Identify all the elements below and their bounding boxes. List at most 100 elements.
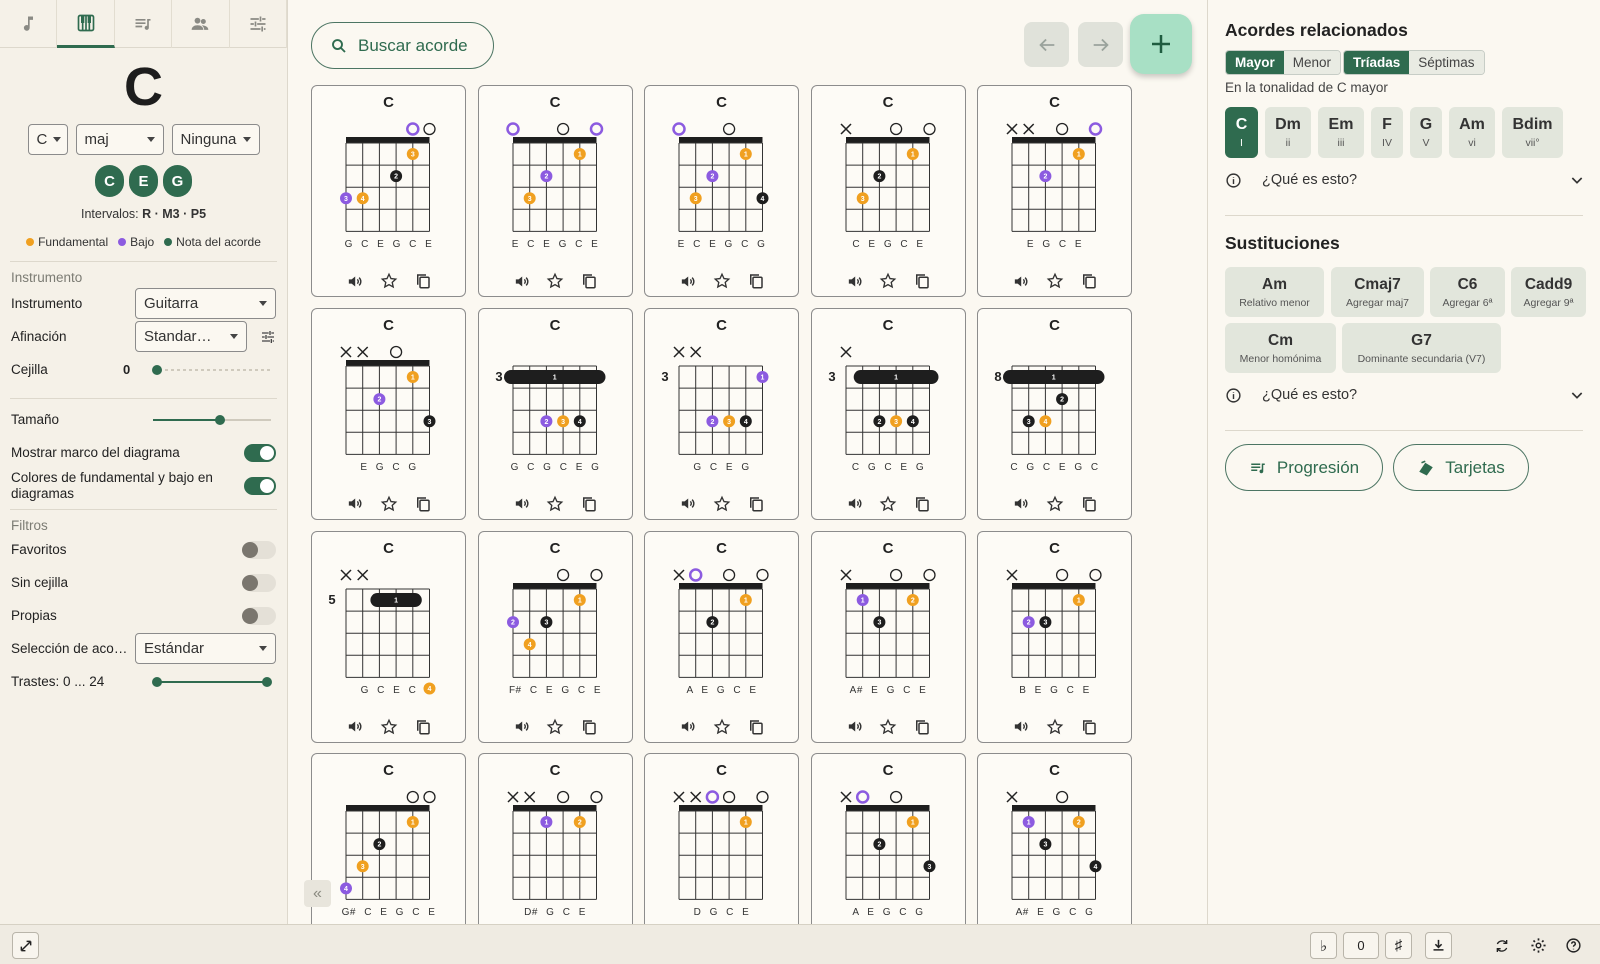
copy-icon[interactable] — [414, 495, 432, 513]
chord-note[interactable]: G — [163, 165, 192, 197]
transpose-value[interactable]: 0 — [1343, 932, 1379, 959]
chord-card[interactable]: C1D G C E — [644, 753, 799, 924]
chord-card[interactable]: C 1 2 D# G C E — [477, 753, 633, 924]
triads-option[interactable]: Tríadas — [1344, 51, 1410, 74]
play-icon[interactable] — [512, 272, 530, 290]
piano-icon[interactable] — [57, 0, 115, 48]
major-option[interactable]: Mayor — [1226, 51, 1284, 74]
substitution-button[interactable]: Cmaj7 Agregar maj7 — [1331, 267, 1424, 317]
degree-button[interactable]: Em iii — [1318, 107, 1364, 158]
star-icon[interactable] — [380, 272, 398, 290]
tune-icon[interactable] — [247, 329, 276, 345]
help-button[interactable] — [1560, 932, 1587, 959]
instrument-select[interactable]: Guitarra — [135, 288, 276, 319]
chord-note[interactable]: E — [129, 165, 158, 197]
star-icon[interactable] — [713, 718, 731, 736]
frets-slider[interactable] — [152, 674, 272, 690]
star-icon[interactable] — [713, 272, 731, 290]
download-button[interactable] — [1425, 932, 1452, 959]
play-icon[interactable] — [346, 718, 364, 736]
minor-option[interactable]: Menor — [1283, 51, 1341, 74]
copy-icon[interactable] — [580, 495, 598, 513]
star-icon[interactable] — [879, 718, 897, 736]
play-icon[interactable] — [1012, 272, 1030, 290]
degree-button[interactable]: Bdim vii° — [1502, 107, 1563, 158]
play-icon[interactable] — [679, 495, 697, 513]
size-slider[interactable] — [153, 412, 271, 428]
root-select[interactable]: C — [27, 124, 68, 155]
chord-card[interactable]: C123C E G C E — [810, 85, 966, 297]
chord-card[interactable]: C514G C E C — [311, 530, 466, 743]
search-button[interactable]: Buscar acorde — [311, 22, 494, 69]
degree-button[interactable]: GV — [1410, 107, 1442, 158]
degree-button[interactable]: F IV — [1371, 107, 1403, 158]
copy-icon[interactable] — [913, 272, 931, 290]
copy-icon[interactable] — [913, 718, 931, 736]
chord-card[interactable]: C 1 2 3 4 G# C E G C E — [311, 753, 466, 924]
substitution-button[interactable]: Am Relativo menor — [1225, 267, 1324, 317]
chord-card[interactable]: C123E C E G C E — [477, 85, 633, 297]
tuning-select[interactable]: Standar… — [135, 321, 247, 352]
expand-button[interactable] — [12, 932, 39, 959]
chord-card[interactable]: C12A E G C E — [644, 530, 799, 743]
star-icon[interactable] — [1046, 495, 1064, 513]
forward-button[interactable] — [1078, 22, 1123, 67]
sliders-icon[interactable] — [230, 0, 288, 48]
star-icon[interactable] — [546, 495, 564, 513]
play-icon[interactable] — [679, 718, 697, 736]
chord-card[interactable]: C123B E G C E — [977, 530, 1132, 743]
cards-button[interactable]: Tarjetas — [1393, 444, 1529, 491]
progression-button[interactable]: Progresión — [1225, 444, 1383, 491]
play-icon[interactable] — [512, 718, 530, 736]
favorites-toggle[interactable] — [242, 540, 276, 559]
chord-card[interactable]: C12E G C E — [977, 85, 1132, 297]
colors-toggle[interactable] — [244, 477, 276, 495]
chord-card[interactable]: C123E G C G — [311, 307, 466, 520]
capo-slider[interactable] — [152, 362, 271, 378]
own-toggle[interactable] — [242, 606, 276, 625]
chord-card[interactable]: C1234E C E G C G — [644, 85, 799, 297]
copy-icon[interactable] — [1080, 495, 1098, 513]
play-icon[interactable] — [845, 718, 863, 736]
substitution-button[interactable]: G7 Dominante secundaria (V7) — [1342, 323, 1501, 373]
degree-button[interactable]: CI — [1225, 107, 1258, 158]
collapse-left-button[interactable]: « — [304, 880, 331, 907]
copy-icon[interactable] — [580, 272, 598, 290]
sharp-button[interactable]: ♯ — [1385, 932, 1412, 959]
chord-card[interactable]: C81234C G C E G C — [977, 307, 1132, 520]
copy-icon[interactable] — [580, 718, 598, 736]
play-icon[interactable] — [512, 495, 530, 513]
copy-icon[interactable] — [1080, 272, 1098, 290]
play-icon[interactable] — [679, 272, 697, 290]
back-button[interactable] — [1024, 22, 1069, 67]
star-icon[interactable] — [546, 718, 564, 736]
copy-icon[interactable] — [747, 718, 765, 736]
substitution-button[interactable]: Cm Menor homónima — [1225, 323, 1336, 373]
chord-card[interactable]: C 1 2 3 4 F# C E G C E — [477, 530, 633, 743]
chord-card[interactable]: C31234G C E G — [644, 307, 799, 520]
star-icon[interactable] — [879, 272, 897, 290]
play-icon[interactable] — [845, 495, 863, 513]
chord-card[interactable]: C 1 2 3 A# E G C E — [810, 530, 966, 743]
copy-icon[interactable] — [747, 272, 765, 290]
flat-button[interactable]: ♭ — [1310, 932, 1337, 959]
degree-button[interactable]: Am vi — [1449, 107, 1495, 158]
degree-button[interactable]: Dm ii — [1265, 107, 1311, 158]
sync-button[interactable] — [1488, 932, 1515, 959]
play-icon[interactable] — [346, 272, 364, 290]
substitution-button[interactable]: Cadd9 Agregar 9ª — [1511, 267, 1586, 317]
star-icon[interactable] — [546, 272, 564, 290]
show-frame-toggle[interactable] — [244, 443, 276, 462]
quality-select[interactable]: maj — [75, 124, 164, 155]
people-icon[interactable] — [172, 0, 230, 48]
playlist-icon[interactable] — [115, 0, 173, 48]
star-icon[interactable] — [1046, 272, 1064, 290]
play-icon[interactable] — [346, 495, 364, 513]
star-icon[interactable] — [380, 495, 398, 513]
star-icon[interactable] — [713, 495, 731, 513]
chord-card[interactable]: C123A E G C G — [810, 753, 966, 924]
what-is-this-subs[interactable]: ¿Qué es esto? — [1225, 383, 1585, 407]
copy-icon[interactable] — [913, 495, 931, 513]
copy-icon[interactable] — [747, 495, 765, 513]
star-icon[interactable] — [380, 718, 398, 736]
